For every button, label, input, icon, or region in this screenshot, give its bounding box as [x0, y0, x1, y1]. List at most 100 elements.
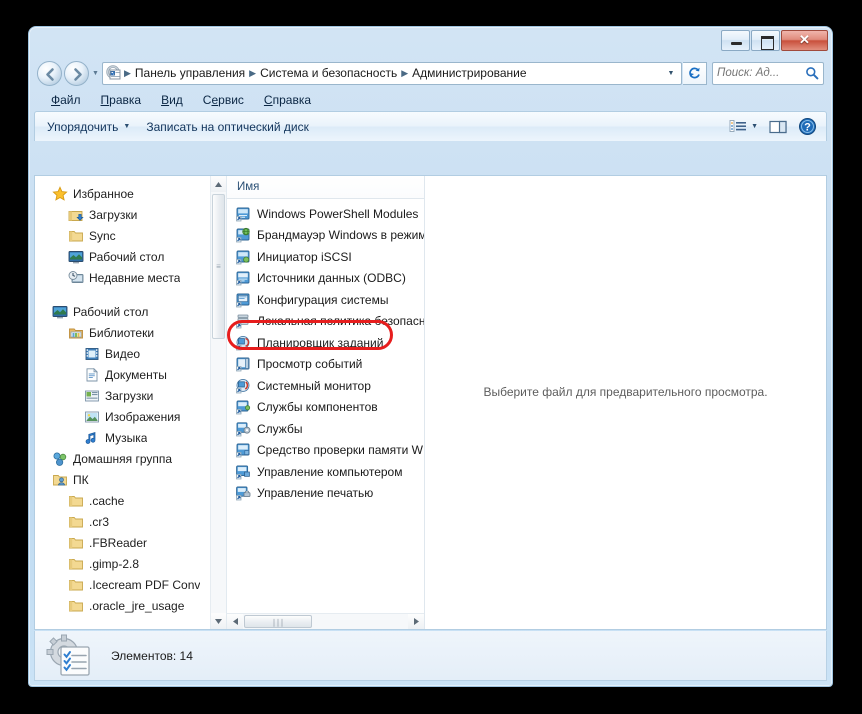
sidebar-item-desktop[interactable]: Рабочий стол: [35, 301, 226, 322]
video-library-icon: [84, 346, 100, 362]
recent-locations-button[interactable]: ▼: [89, 61, 102, 86]
hscrollbar-thumb[interactable]: ∣∣∣: [244, 615, 312, 628]
sidebar-item-fbreader[interactable]: .FBReader: [35, 532, 226, 553]
sidebar-item-recent-places[interactable]: Недавние места: [35, 267, 226, 288]
burn-to-disc-button[interactable]: Записать на оптический диск: [138, 116, 317, 138]
list-item[interactable]: Брандмауэр Windows в режим: [227, 225, 424, 247]
file-name: Инициатор iSCSI: [257, 249, 352, 264]
list-item[interactable]: Управление печатью: [227, 483, 424, 505]
sidebar-item-homegroup[interactable]: Домашняя группа: [35, 448, 226, 469]
sidebar-item-gimp[interactable]: .gimp-2.8: [35, 553, 226, 574]
menu-view[interactable]: Вид: [151, 91, 193, 109]
forward-arrow-icon: [74, 67, 82, 81]
preview-pane: Выберите файл для предварительного просм…: [425, 176, 826, 629]
shortcut-memory-icon: [235, 442, 251, 458]
organize-button[interactable]: Упорядочить ▼: [39, 116, 138, 138]
sidebar-item-libraries[interactable]: Библиотеки: [35, 322, 226, 343]
sidebar-item-cr3[interactable]: .cr3: [35, 511, 226, 532]
libraries-icon: [68, 325, 84, 341]
forward-button[interactable]: [64, 60, 89, 86]
documents-library-icon: [84, 367, 100, 383]
breadcrumb-item-system-security[interactable]: Система и безопасность: [257, 63, 400, 84]
sidebar-item-label: Домашняя группа: [73, 451, 173, 466]
sidebar-item-sync[interactable]: Sync: [35, 225, 226, 246]
scroll-up-icon[interactable]: [211, 176, 226, 192]
sidebar-item-music[interactable]: Музыка: [35, 427, 226, 448]
sidebar-item-pictures[interactable]: Изображения: [35, 406, 226, 427]
scroll-left-icon[interactable]: [227, 614, 243, 629]
list-item[interactable]: Системный монитор: [227, 375, 424, 397]
show-preview-pane-button[interactable]: [763, 117, 793, 137]
sidebar-item-downloads[interactable]: Загрузки: [35, 385, 226, 406]
change-view-button[interactable]: ▼: [724, 117, 763, 136]
menu-help[interactable]: Справка: [254, 91, 321, 109]
downloads-library-icon: [84, 388, 100, 404]
list-item[interactable]: Инициатор iSCSI: [227, 246, 424, 268]
chevron-down-icon: ▼: [123, 123, 131, 130]
help-button[interactable]: ?: [793, 115, 822, 138]
column-header-name[interactable]: Имя: [227, 176, 424, 199]
list-item[interactable]: Локальная политика безопасн: [227, 311, 424, 333]
sidebar-item-label: .cache: [89, 493, 125, 508]
address-breadcrumb-bar[interactable]: ▶ Панель управления ▶ Система и безопасн…: [102, 61, 682, 85]
maximize-button[interactable]: [751, 30, 780, 51]
list-item[interactable]: Windows PowerShell Modules: [227, 203, 424, 225]
sidebar-item-desktop-fav[interactable]: Рабочий стол: [35, 246, 226, 267]
list-item[interactable]: Средство проверки памяти W: [227, 440, 424, 462]
shortcut-icon: [235, 292, 251, 308]
folder-download-icon: [68, 207, 84, 223]
scroll-right-icon[interactable]: [408, 614, 424, 629]
sidebar-item-video[interactable]: Видео: [35, 343, 226, 364]
sidebar-item-favorites[interactable]: Избранное: [35, 183, 226, 204]
menu-file[interactable]: Файл: [41, 91, 91, 109]
list-item-task-scheduler[interactable]: Планировщик заданий: [227, 332, 424, 354]
shortcut-policy-icon: [235, 313, 251, 329]
file-name: Конфигурация системы: [257, 292, 389, 307]
file-name: Планировщик заданий: [257, 335, 384, 350]
list-item[interactable]: Службы компонентов: [227, 397, 424, 419]
breadcrumb-item-control-panel[interactable]: Панель управления: [132, 63, 248, 84]
shortcut-compmgmt-icon: [235, 464, 251, 480]
list-item[interactable]: Источники данных (ODBC): [227, 268, 424, 290]
breadcrumb-item-administrative-tools[interactable]: Администрирование: [409, 63, 529, 84]
refresh-icon: [689, 67, 700, 78]
homegroup-icon: [52, 451, 68, 467]
sidebar-item-documents[interactable]: Документы: [35, 364, 226, 385]
back-button[interactable]: [37, 60, 62, 86]
administrative-tools-icon: [45, 633, 93, 679]
star-icon: [52, 185, 68, 202]
list-item[interactable]: Конфигурация системы: [227, 289, 424, 311]
refresh-button[interactable]: [683, 61, 707, 85]
list-item[interactable]: Управление компьютером: [227, 461, 424, 483]
scrollbar-thumb[interactable]: ≡: [212, 194, 225, 339]
file-name: Системный монитор: [257, 378, 371, 393]
list-item[interactable]: Службы: [227, 418, 424, 440]
sidebar-item-downloads-fav[interactable]: Загрузки: [35, 204, 226, 225]
search-input[interactable]: [717, 67, 805, 79]
menu-tools[interactable]: Сервис: [193, 91, 254, 109]
navigation-tree: Избранное Загрузки Sync Рабочий стол Нед…: [35, 176, 226, 616]
file-name: Средство проверки памяти W: [257, 443, 423, 458]
sidebar-item-cache[interactable]: .cache: [35, 490, 226, 511]
sidebar-item-icecream-pdf[interactable]: .Icecream PDF Conv: [35, 574, 226, 595]
chevron-down-icon[interactable]: ▼: [663, 70, 679, 77]
search-box[interactable]: [712, 61, 824, 85]
sidebar-item-label: Библиотеки: [89, 325, 155, 340]
minimize-button[interactable]: [721, 30, 750, 51]
sidebar-item-pk[interactable]: ПК: [35, 469, 226, 490]
menu-edit[interactable]: Правка: [91, 91, 152, 109]
scrollbar-grip: ≡: [216, 261, 221, 271]
scroll-down-icon[interactable]: [211, 613, 226, 629]
window-controls: ✕: [720, 30, 828, 51]
file-list-hscrollbar[interactable]: ∣∣∣: [227, 613, 424, 629]
list-item[interactable]: Просмотр событий: [227, 354, 424, 376]
status-bar: Элементов: 14: [34, 631, 827, 681]
menu-bar: Файл Правка Вид Сервис Справка: [29, 89, 832, 111]
navigation-pane-scrollbar[interactable]: ≡: [210, 176, 226, 629]
user-folder-icon: [52, 472, 68, 488]
control-panel-icon: [106, 65, 122, 81]
sidebar-item-oracle-jre-usage[interactable]: .oracle_jre_usage: [35, 595, 226, 616]
close-button[interactable]: ✕: [781, 30, 828, 51]
sidebar-item-label: Загрузки: [105, 388, 154, 403]
